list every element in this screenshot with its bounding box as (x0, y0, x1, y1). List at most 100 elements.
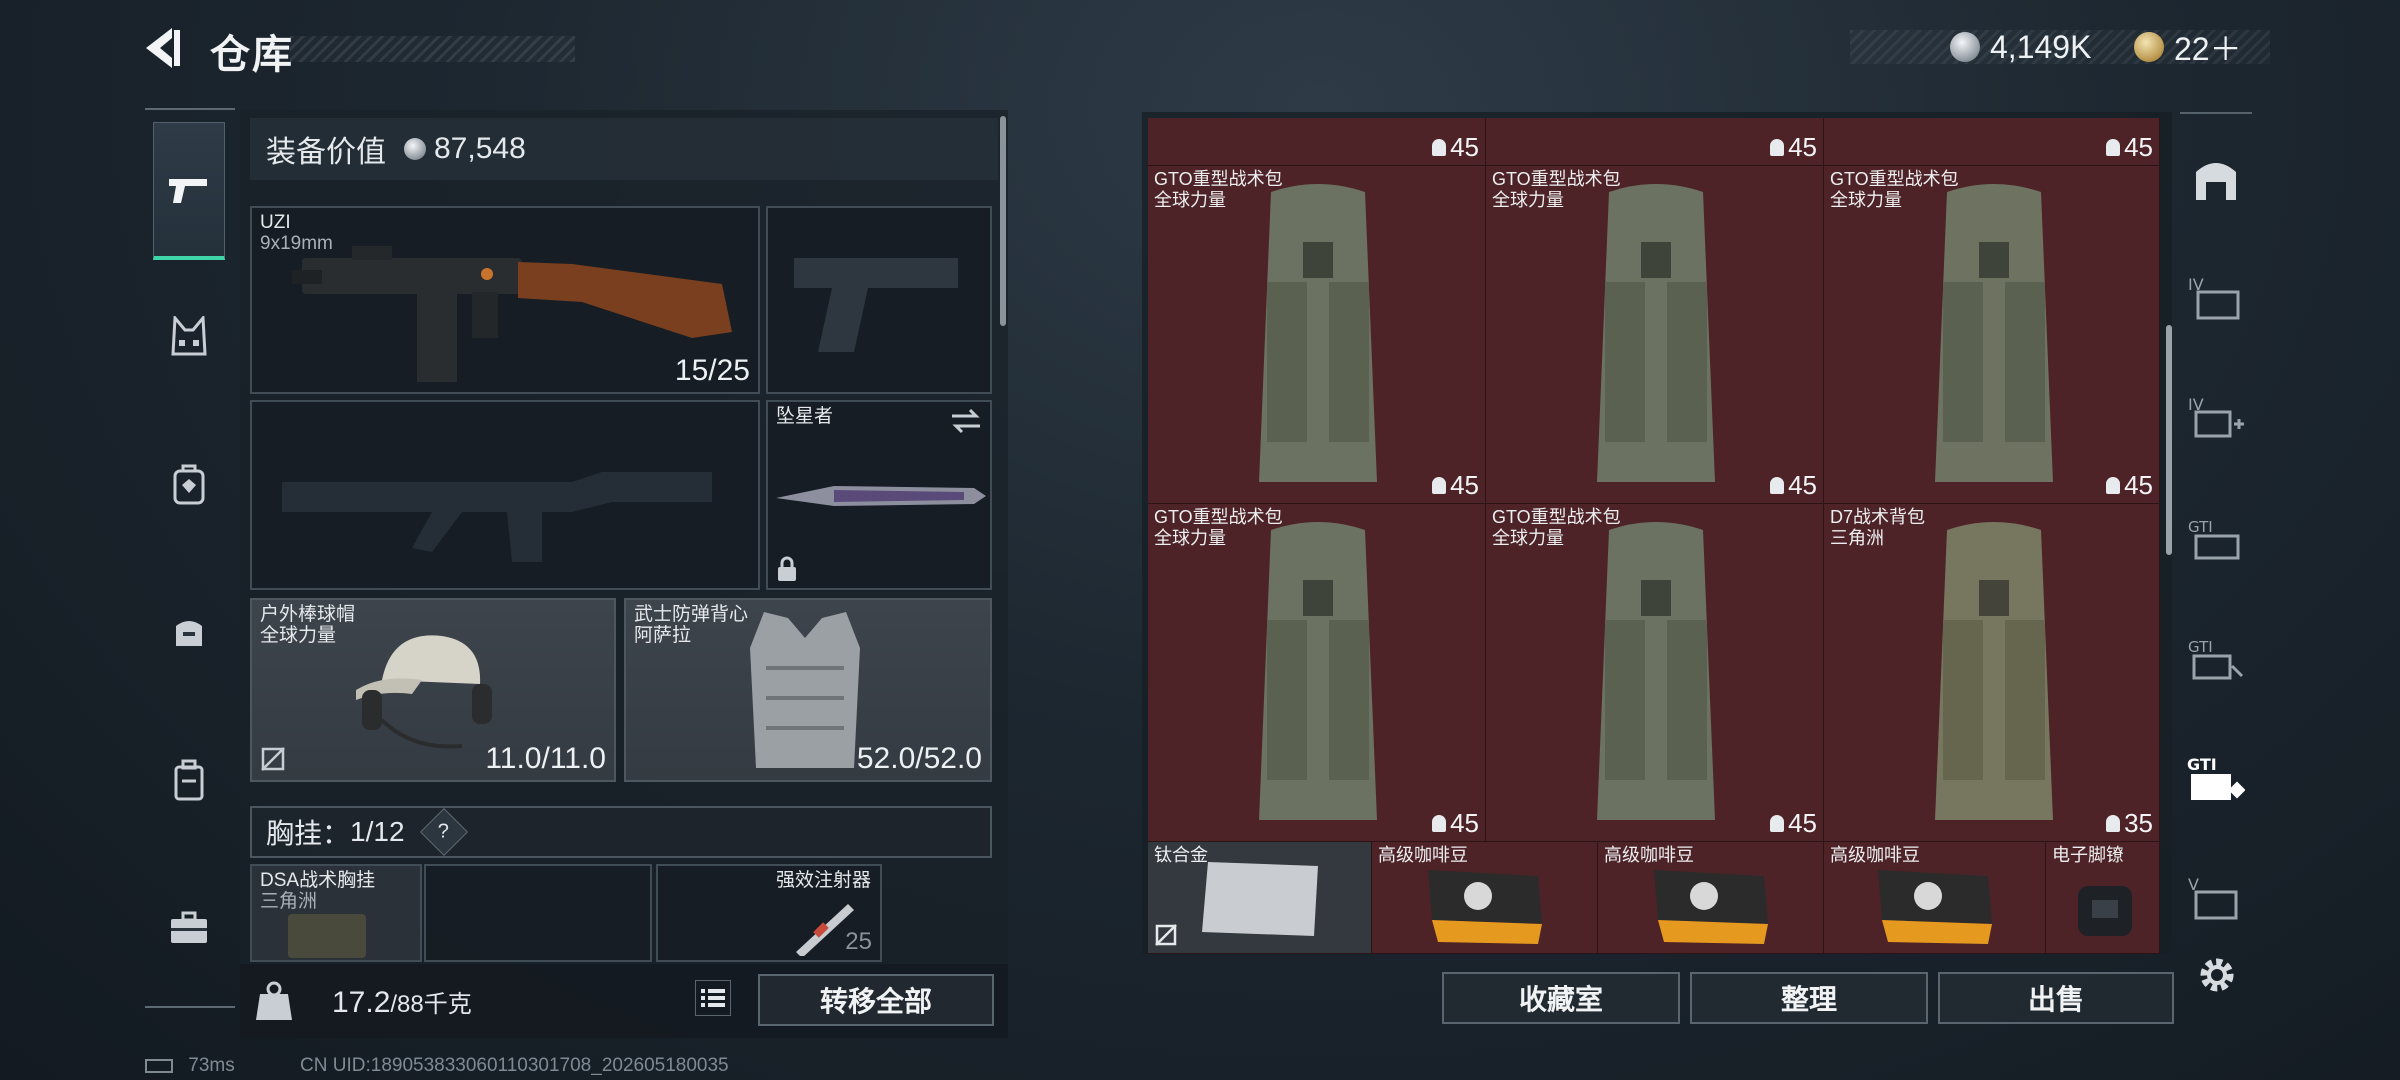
storage-item[interactable]: GTO重型战术包 全球力量 45 (1486, 504, 1824, 842)
settings-button[interactable] (2194, 952, 2240, 998)
storage-item[interactable]: GTO重型战术包 全球力量 45 (1148, 504, 1486, 842)
helmet-slot[interactable]: 户外棒球帽 全球力量 11.0/11.0 (250, 598, 616, 782)
v-storage-icon: V (2188, 875, 2238, 920)
pouch-icon (176, 621, 202, 646)
storage-tab-gti-2[interactable]: GTI (2184, 626, 2248, 690)
title-decoration (290, 36, 575, 62)
weight-current: 17.2 (332, 986, 391, 1019)
backpack-small-icon (1770, 477, 1785, 494)
uid-text: CN UID:1890538330601103017​08_2026051800… (300, 1055, 729, 1076)
d7-backpack-icon (1935, 522, 2053, 820)
loadout-scrollbar[interactable] (1000, 116, 1006, 326)
silver-amount: 4,149K (1990, 28, 2092, 65)
tab-weapons[interactable] (153, 122, 225, 260)
storage-item[interactable]: 高级咖啡豆 (1372, 842, 1598, 954)
gold-amount: 22＋ (2174, 31, 2242, 67)
backpack-small-icon (2106, 477, 2121, 494)
item-count: 45 (1450, 132, 1479, 162)
rig-pocket-slot[interactable] (424, 864, 652, 962)
armor-slot[interactable]: 武士防弹背心 阿萨拉 52.0/52.0 (624, 598, 992, 782)
lock-icon (778, 556, 796, 581)
item-count: 45 (1788, 808, 1817, 838)
storage-nav: IV IV GTI GTI GTI V (2180, 112, 2252, 954)
chest-rig-brand: 三角洲 (260, 891, 318, 912)
rifle-silhouette-icon (282, 472, 712, 562)
vest-icon (171, 316, 207, 356)
injector-slot[interactable]: 强效注射器 25 (656, 864, 882, 962)
help-button[interactable]: ? (419, 807, 468, 857)
gti-storage-2-icon: GTI (2188, 638, 2244, 680)
storage-item[interactable]: 钛合金 (1148, 842, 1372, 954)
backpack-small-icon (1432, 815, 1447, 832)
transfer-all-button[interactable]: 转移全部 (758, 974, 994, 1026)
backpack-small-icon (2106, 815, 2121, 832)
storage-item[interactable]: 45 (1824, 118, 2160, 166)
melee-slot[interactable]: 坠星者 (766, 400, 992, 590)
settings-icon (2200, 958, 2234, 992)
weight-value: 17.2/88千克 (332, 984, 472, 1020)
storage-item[interactable]: D7战术背包 三角洲 35 (1824, 504, 2160, 842)
list-view-button[interactable] (695, 980, 731, 1016)
tab-chest-rig[interactable] (153, 300, 225, 372)
storage-tab-home[interactable] (2184, 148, 2248, 212)
storage-item[interactable]: 45 (1148, 118, 1486, 166)
swap-icon[interactable] (950, 408, 982, 434)
storage-item[interactable]: 电子脚镣 (2046, 842, 2160, 954)
body-armor-icon (750, 612, 860, 768)
loadout-value-bar: 装备价值 87,548 (250, 118, 998, 180)
backpack-small-icon (2106, 139, 2121, 156)
storage-item[interactable]: 高级咖啡豆 (1824, 842, 2046, 954)
storage-item[interactable]: GTO重型战术包 全球力量 45 (1824, 166, 2160, 504)
currency-gold[interactable]: 22＋ (2134, 28, 2242, 67)
tab-case[interactable] (153, 744, 225, 816)
help-mark: ? (437, 820, 450, 843)
storage-scrollbar[interactable] (2166, 325, 2172, 555)
chest-rig-label: 胸挂： (266, 818, 351, 849)
backpack-icon (173, 464, 205, 505)
armor-brand: 阿萨拉 (634, 625, 692, 646)
storage-tab-iv-add[interactable]: IV (2184, 386, 2248, 450)
tactical-backpack-icon (1597, 522, 1715, 820)
baseball-cap-icon (356, 635, 492, 749)
storage-tab-gti-1[interactable]: GTI (2184, 506, 2248, 570)
tab-toolbox[interactable] (153, 892, 225, 964)
loadout-nav (145, 108, 235, 1008)
loadout-value-label: 装备价值 (266, 136, 386, 169)
item-count: 45 (2124, 470, 2153, 500)
ankle-monitor-icon (2078, 886, 2132, 936)
list-icon (701, 989, 725, 1007)
item-count: 45 (1788, 470, 1817, 500)
coffee-bag-icon (1654, 870, 1768, 944)
page-title: 仓库 (210, 33, 294, 77)
ping-value: 73ms (188, 1055, 235, 1076)
sell-button[interactable]: 出售 (1938, 972, 2174, 1024)
backpack-small-icon (1432, 477, 1447, 494)
helmet-brand: 全球力量 (260, 625, 337, 646)
chest-rig-slot[interactable]: DSA战术胸挂 三角洲 (250, 864, 422, 962)
secondary-weapon-slot[interactable] (250, 400, 760, 590)
currency-silver[interactable]: 4,149K (1950, 28, 2091, 66)
storage-tab-gti-active[interactable]: GTI (2184, 746, 2248, 810)
storage-item[interactable]: GTO重型战术包 全球力量 45 (1148, 166, 1486, 504)
back-button[interactable] (138, 22, 190, 74)
storage-item[interactable]: 高级咖啡豆 (1598, 842, 1824, 954)
sort-button[interactable]: 整理 (1690, 972, 1928, 1024)
weight-bar: 17.2/88千克 转移全部 (240, 964, 1008, 1038)
coffee-bag-icon (1878, 870, 1992, 944)
battery-icon (145, 1058, 173, 1073)
tab-safe-box[interactable] (153, 596, 225, 668)
storage-tab-v[interactable]: V (2184, 866, 2248, 930)
storage-item[interactable]: 45 (1486, 118, 1824, 166)
gti-active-icon: GTI (2187, 755, 2245, 800)
storage-tab-iv[interactable]: IV (2184, 266, 2248, 330)
toolbox-icon (171, 911, 207, 943)
storage-item[interactable]: GTO重型战术包 全球力量 45 (1486, 166, 1824, 504)
helmet-name: 户外棒球帽 (260, 604, 356, 625)
primary-weapon-slot[interactable]: UZI 9x19mm 15/25 (250, 206, 760, 394)
chest-rig-count: 1/12 (350, 816, 405, 847)
tactical-backpack-icon (1597, 184, 1715, 482)
item-count: 45 (1450, 470, 1479, 500)
tab-backpack[interactable] (153, 448, 225, 520)
sidearm-slot[interactable] (766, 206, 992, 394)
collection-room-button[interactable]: 收藏室 (1442, 972, 1680, 1024)
